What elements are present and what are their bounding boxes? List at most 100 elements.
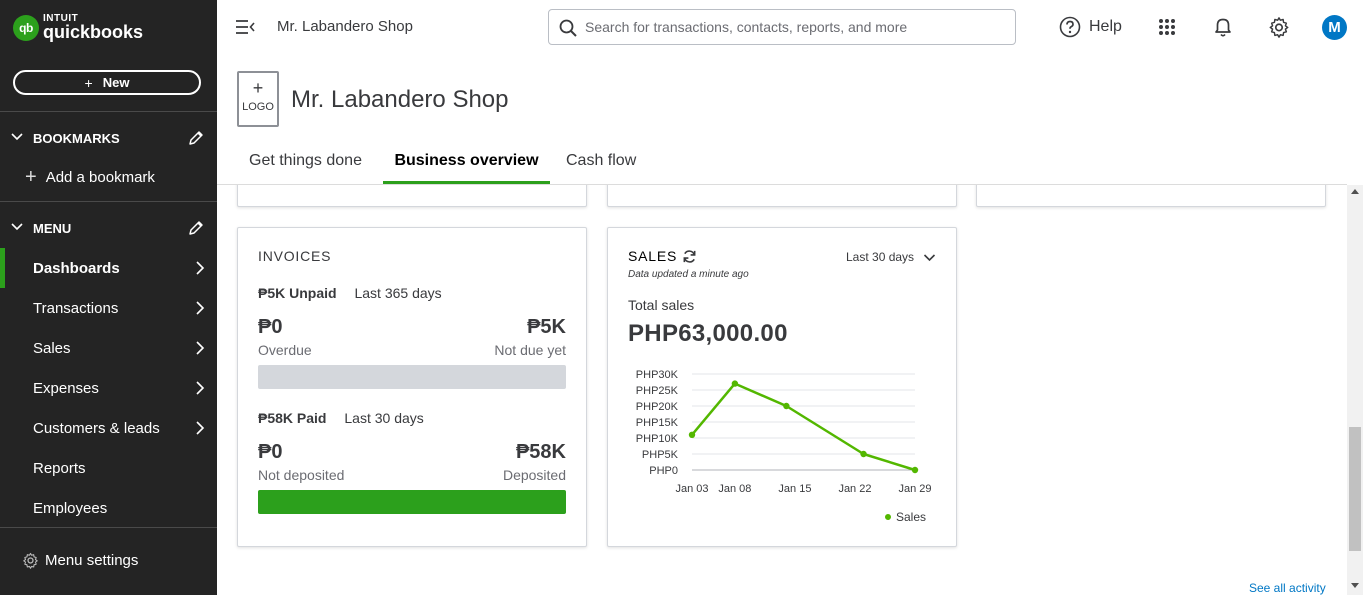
user-avatar[interactable]: M (1322, 15, 1347, 40)
sidebar-item-label: Sales (33, 339, 71, 357)
sidebar-item-label: Transactions (33, 299, 119, 317)
tab-label: Business overview (394, 152, 539, 169)
dashboard-content: INVOICES ₱5K Unpaid Last 365 days ₱0 Ove… (217, 185, 1347, 595)
invoices-card: INVOICES ₱5K Unpaid Last 365 days ₱0 Ove… (237, 227, 587, 547)
search-box[interactable] (548, 9, 1016, 45)
sidebar-item-sales[interactable]: Sales (0, 328, 217, 368)
tab-label: Get things done (249, 152, 362, 169)
new-button-label: New (102, 75, 130, 90)
see-all-activity-link[interactable]: See all activity (1249, 581, 1326, 595)
menu-settings-button[interactable]: Menu settings (22, 552, 138, 569)
unpaid-amount: ₱5K Unpaid (258, 285, 337, 301)
overdue-value[interactable]: ₱0 (258, 316, 282, 339)
sidebar-item-dashboards[interactable]: Dashboards (0, 248, 217, 288)
sidebar-item-label: Reports (33, 459, 86, 477)
sidebar-item-employees[interactable]: Employees (0, 488, 217, 528)
sidebar-item-customers-leads[interactable]: Customers & leads (0, 408, 217, 448)
plus-icon: + (84, 74, 93, 91)
help-label: Help (1089, 18, 1122, 35)
hamburger-collapse-icon[interactable] (235, 18, 255, 36)
chevron-down-icon (11, 223, 23, 231)
search-icon (559, 19, 577, 37)
widget-card-partial (237, 185, 587, 207)
company-name: Mr. Labandero Shop (277, 18, 413, 35)
not-due-value[interactable]: ₱5K (527, 316, 566, 339)
plus-icon: + (252, 78, 264, 98)
refresh-icon[interactable] (682, 249, 697, 264)
sales-period-label: Last 30 days (846, 250, 915, 264)
new-button[interactable]: + New (13, 70, 201, 95)
sales-data-point (688, 431, 696, 438)
sales-title-wrap: SALES (628, 248, 697, 264)
y-tick-label: PHP30K (636, 369, 679, 381)
x-tick-label: Jan 29 (898, 483, 931, 495)
chevron-right-icon (196, 341, 205, 355)
chevron-right-icon (196, 301, 205, 315)
not-deposited-label: Not deposited (258, 467, 345, 483)
sales-period-dropdown[interactable]: Last 30 days (846, 250, 936, 264)
chevron-right-icon (196, 261, 205, 275)
x-tick-label: Jan 08 (718, 483, 751, 495)
sidebar-item-reports[interactable]: Reports (0, 448, 217, 488)
sidebar-item-label: Dashboards (33, 259, 120, 277)
logo-placeholder-text: LOGO (242, 101, 274, 113)
sidebar-divider (0, 201, 217, 202)
bookmarks-title: BOOKMARKS (33, 130, 120, 146)
x-tick-label: Jan 03 (675, 483, 708, 495)
not-deposited-value[interactable]: ₱0 (258, 441, 282, 464)
chevron-down-icon (923, 253, 936, 261)
top-bar: Mr. Labandero Shop Help M (217, 0, 1363, 55)
scroll-thumb[interactable] (1349, 427, 1361, 551)
gear-icon (23, 552, 38, 569)
sidebar-divider (0, 527, 217, 528)
unpaid-progress-bar[interactable] (258, 365, 566, 389)
logo-wordmark: INTUIT quickbooks (43, 14, 143, 42)
edit-menu-pencil-icon[interactable] (187, 219, 205, 237)
unpaid-period: Last 365 days (354, 285, 442, 301)
scroll-up-arrow[interactable] (1351, 189, 1359, 194)
x-tick-label: Jan 22 (838, 483, 871, 495)
active-indicator (0, 248, 5, 288)
help-button[interactable]: Help (1059, 16, 1122, 38)
sidebar-item-label: Customers & leads (33, 419, 160, 437)
invoices-title[interactable]: INVOICES (258, 248, 331, 264)
menu-header[interactable]: MENU (0, 216, 217, 240)
tab-cash-flow[interactable]: Cash flow (558, 152, 638, 185)
bell-icon[interactable] (1213, 16, 1233, 38)
widget-card-partial (976, 185, 1326, 207)
paid-period: Last 30 days (344, 410, 424, 426)
bookmarks-header[interactable]: BOOKMARKS (0, 126, 217, 150)
sidebar-item-label: Employees (33, 499, 108, 517)
paid-amount: ₱58K Paid (258, 410, 327, 426)
overdue-label: Overdue (258, 342, 312, 358)
sales-title[interactable]: SALES (628, 248, 677, 264)
sidebar-divider (0, 111, 217, 112)
search-input[interactable] (585, 16, 1005, 38)
deposited-value[interactable]: ₱58K (516, 441, 566, 464)
deposited-progress-bar[interactable] (258, 490, 566, 514)
tab-label: Cash flow (566, 152, 637, 169)
sales-line-chart[interactable]: PHP0 PHP5K PHP10K PHP15K PHP20K PHP25K PHP30K J… (608, 358, 956, 528)
chevron-right-icon (196, 381, 205, 395)
unpaid-summary: ₱5K Unpaid Last 365 days (258, 285, 442, 301)
add-logo-button[interactable]: + LOGO (237, 71, 279, 127)
y-tick-label: PHP5K (642, 449, 679, 461)
edit-bookmarks-pencil-icon[interactable] (187, 129, 205, 147)
sales-series-line (691, 382, 916, 472)
scroll-down-arrow[interactable] (1351, 583, 1359, 588)
sales-data-point (860, 450, 867, 458)
help-icon (1059, 16, 1081, 38)
sidebar-item-expenses[interactable]: Expenses (0, 368, 217, 408)
quickbooks-logo[interactable]: qb INTUIT quickbooks (13, 14, 143, 41)
add-bookmark-button[interactable]: + Add a bookmark (25, 167, 155, 187)
y-tick-label: PHP0 (649, 465, 678, 477)
apps-grid-icon[interactable] (1158, 18, 1176, 36)
tab-business-overview[interactable]: Business overview (383, 152, 550, 185)
page-scrollbar[interactable] (1347, 185, 1363, 595)
gear-icon[interactable] (1268, 16, 1290, 38)
sidebar-item-label: Expenses (33, 379, 99, 397)
sidebar-item-transactions[interactable]: Transactions (0, 288, 217, 328)
tab-get-things-done[interactable]: Get things done (237, 152, 378, 185)
menu-settings-label: Menu settings (45, 552, 139, 569)
add-bookmark-label: Add a bookmark (45, 168, 155, 186)
